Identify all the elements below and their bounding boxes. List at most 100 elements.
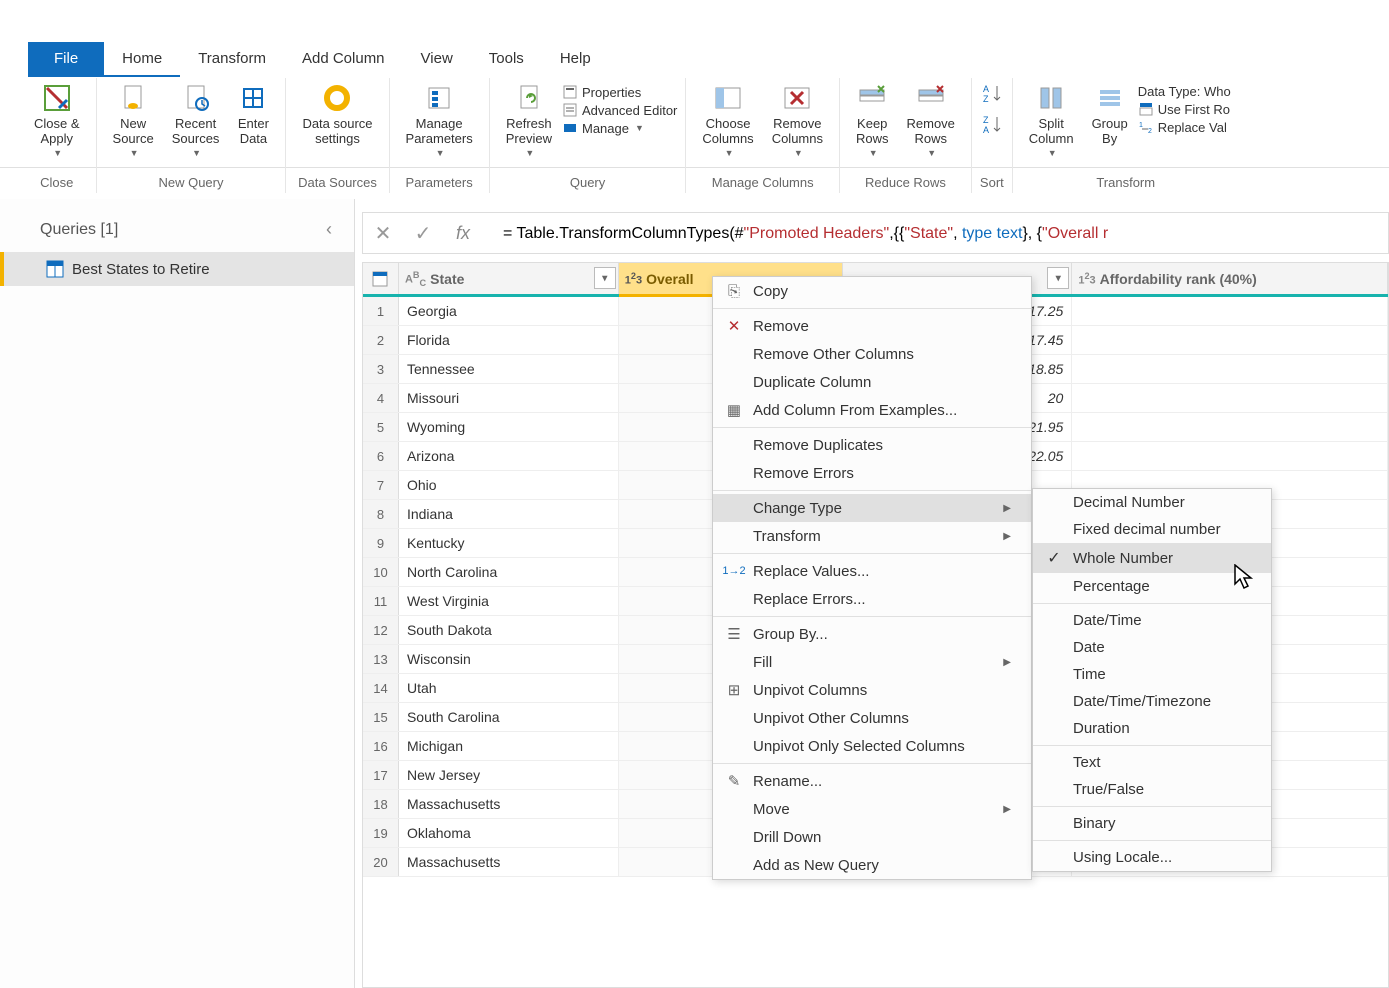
- tab-add-column[interactable]: Add Column: [284, 42, 403, 77]
- select-all-corner[interactable]: [363, 263, 399, 294]
- cell-state[interactable]: Massachusetts: [399, 790, 619, 818]
- manage-parameters-button[interactable]: Manage Parameters▼: [398, 78, 481, 162]
- cell-state[interactable]: South Carolina: [399, 703, 619, 731]
- cell-state[interactable]: Oklahoma: [399, 819, 619, 847]
- cell-affordability[interactable]: [1072, 413, 1388, 441]
- menu-unpivot[interactable]: ⊞Unpivot Columns: [713, 676, 1031, 704]
- remove-columns-button[interactable]: Remove Columns▼: [764, 78, 831, 162]
- fx-icon[interactable]: fx: [443, 213, 483, 253]
- menu-fill[interactable]: Fill▶: [713, 648, 1031, 676]
- new-source-button[interactable]: New Source▼: [105, 78, 162, 162]
- cell-state[interactable]: Kentucky: [399, 529, 619, 557]
- cell-state[interactable]: Wisconsin: [399, 645, 619, 673]
- menu-copy[interactable]: ⎘Copy: [713, 277, 1031, 305]
- close-apply-button[interactable]: Close & Apply▼: [26, 78, 88, 162]
- menu-separator: [713, 490, 1031, 491]
- submenu-percentage[interactable]: Percentage: [1033, 573, 1271, 600]
- cell-state[interactable]: South Dakota: [399, 616, 619, 644]
- cell-state[interactable]: Tennessee: [399, 355, 619, 383]
- datatype-button[interactable]: Data Type: Who: [1138, 84, 1231, 99]
- replace-values-button[interactable]: 12Replace Val: [1138, 119, 1231, 135]
- submenu-decimal[interactable]: Decimal Number: [1033, 489, 1271, 516]
- menu-replace-values[interactable]: 1→2Replace Values...: [713, 557, 1031, 585]
- advanced-editor-button[interactable]: Advanced Editor: [562, 102, 677, 118]
- refresh-preview-button[interactable]: Refresh Preview▼: [498, 78, 560, 162]
- cell-affordability[interactable]: [1072, 297, 1388, 325]
- recent-sources-button[interactable]: Recent Sources▼: [164, 78, 228, 162]
- keep-rows-button[interactable]: Keep Rows▼: [848, 78, 897, 162]
- cell-state[interactable]: Missouri: [399, 384, 619, 412]
- group-transform-label: Transform: [1096, 175, 1155, 193]
- menu-replace-errors[interactable]: Replace Errors...: [713, 585, 1031, 613]
- submenu-locale[interactable]: Using Locale...: [1033, 844, 1271, 871]
- cell-state[interactable]: Indiana: [399, 500, 619, 528]
- sort-asc-button[interactable]: AZ: [981, 82, 1003, 109]
- submenu-dtz[interactable]: Date/Time/Timezone: [1033, 688, 1271, 715]
- menu-move[interactable]: Move▶: [713, 795, 1031, 823]
- menu-add-examples[interactable]: ▦Add Column From Examples...: [713, 396, 1031, 424]
- col-affordability[interactable]: 123Affordability rank (40%): [1072, 263, 1388, 294]
- cell-affordability[interactable]: [1072, 384, 1388, 412]
- menu-transform[interactable]: Transform▶: [713, 522, 1031, 550]
- cell-state[interactable]: Florida: [399, 326, 619, 354]
- cell-state[interactable]: Utah: [399, 674, 619, 702]
- submenu-truefalse[interactable]: True/False: [1033, 776, 1271, 803]
- menu-remove-duplicates[interactable]: Remove Duplicates: [713, 431, 1031, 459]
- submenu-text[interactable]: Text: [1033, 749, 1271, 776]
- query-item[interactable]: Best States to Retire: [0, 252, 354, 286]
- tab-help[interactable]: Help: [542, 42, 609, 77]
- menu-remove[interactable]: ✕Remove: [713, 312, 1031, 340]
- submenu-time[interactable]: Time: [1033, 661, 1271, 688]
- use-first-row-button[interactable]: Use First Ro: [1138, 101, 1231, 117]
- submenu-datetime[interactable]: Date/Time: [1033, 607, 1271, 634]
- submenu-fixed-decimal[interactable]: Fixed decimal number: [1033, 516, 1271, 543]
- tab-tools[interactable]: Tools: [471, 42, 542, 77]
- submenu-date[interactable]: Date: [1033, 634, 1271, 661]
- cell-state[interactable]: Massachusetts: [399, 848, 619, 876]
- properties-button[interactable]: Properties: [562, 84, 677, 100]
- sort-desc-button[interactable]: ZA: [981, 113, 1003, 140]
- menu-group-by[interactable]: ☰Group By...: [713, 620, 1031, 648]
- tab-file[interactable]: File: [28, 42, 104, 77]
- submenu-whole-number[interactable]: ✓Whole Number: [1033, 543, 1271, 573]
- menu-rename[interactable]: ✎Rename...: [713, 767, 1031, 795]
- cell-state[interactable]: Ohio: [399, 471, 619, 499]
- menu-drill-down[interactable]: Drill Down: [713, 823, 1031, 851]
- cancel-formula-button[interactable]: ✕: [363, 213, 403, 253]
- filter-dropdown-icon[interactable]: ▾: [594, 267, 616, 289]
- cell-state[interactable]: North Carolina: [399, 558, 619, 586]
- cell-affordability[interactable]: [1072, 326, 1388, 354]
- submenu-duration[interactable]: Duration: [1033, 715, 1271, 742]
- menu-change-type[interactable]: Change Type▶: [713, 494, 1031, 522]
- remove-rows-button[interactable]: Remove Rows▼: [899, 78, 963, 162]
- cell-state[interactable]: Georgia: [399, 297, 619, 325]
- menu-duplicate[interactable]: Duplicate Column: [713, 368, 1031, 396]
- group-by-button[interactable]: Group By: [1084, 78, 1136, 150]
- tab-transform[interactable]: Transform: [180, 42, 284, 77]
- split-column-button[interactable]: Split Column▼: [1021, 78, 1082, 162]
- tab-view[interactable]: View: [403, 42, 471, 77]
- cell-state[interactable]: Michigan: [399, 732, 619, 760]
- choose-columns-button[interactable]: Choose Columns▼: [694, 78, 761, 162]
- collapse-queries-icon[interactable]: ‹: [326, 219, 332, 240]
- menu-remove-errors[interactable]: Remove Errors: [713, 459, 1031, 487]
- tab-home[interactable]: Home: [104, 42, 180, 77]
- filter-dropdown-icon[interactable]: ▾: [1047, 267, 1069, 289]
- col-state[interactable]: ABCState▾: [399, 263, 619, 294]
- accept-formula-button[interactable]: ✓: [403, 213, 443, 253]
- manage-button[interactable]: Manage▼: [562, 120, 677, 136]
- cell-state[interactable]: West Virginia: [399, 587, 619, 615]
- cell-state[interactable]: Wyoming: [399, 413, 619, 441]
- data-source-settings-button[interactable]: Data source settings: [294, 78, 380, 150]
- menu-add-new-query[interactable]: Add as New Query: [713, 851, 1031, 879]
- cell-state[interactable]: New Jersey: [399, 761, 619, 789]
- cell-state[interactable]: Arizona: [399, 442, 619, 470]
- cell-affordability[interactable]: [1072, 355, 1388, 383]
- menu-unpivot-other[interactable]: Unpivot Other Columns: [713, 704, 1031, 732]
- cell-affordability[interactable]: [1072, 442, 1388, 470]
- menu-remove-other[interactable]: Remove Other Columns: [713, 340, 1031, 368]
- menu-unpivot-only[interactable]: Unpivot Only Selected Columns: [713, 732, 1031, 760]
- submenu-binary[interactable]: Binary: [1033, 810, 1271, 837]
- formula-text[interactable]: = Table.TransformColumnTypes(#"Promoted …: [483, 223, 1108, 243]
- enter-data-button[interactable]: Enter Data: [229, 78, 277, 150]
